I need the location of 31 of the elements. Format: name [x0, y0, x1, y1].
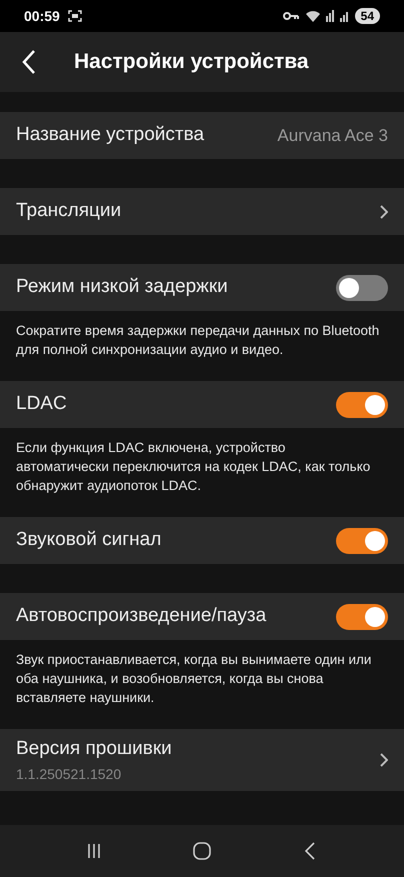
status-time: 00:59: [24, 6, 60, 26]
row-label: Звуковой сигнал: [16, 528, 162, 552]
toggle-switch[interactable]: [336, 528, 388, 554]
row-label: Трансляции: [16, 199, 122, 224]
settings-row[interactable]: Название устройства Aurvana Ace 3: [0, 112, 404, 159]
toggle-switch[interactable]: [336, 604, 388, 630]
settings-row[interactable]: Версия прошивки 1.1.250521.1520: [0, 729, 404, 791]
row-value: Aurvana Ace 3: [277, 124, 388, 147]
chevron-icon: [380, 204, 388, 218]
row-label: Название устройства: [16, 123, 206, 148]
settings-row[interactable]: Автовоспроизведение/пауза: [0, 593, 404, 640]
settings-row[interactable]: Трансляции: [0, 188, 404, 235]
row-label: LDAC: [16, 392, 68, 416]
row-subtitle: 1.1.250521.1520: [16, 764, 122, 784]
page-title: Настройки устройства: [74, 49, 309, 76]
key-icon: [282, 11, 299, 21]
settings-row[interactable]: LDAC: [0, 381, 404, 428]
screenshot-icon: [68, 10, 82, 22]
row-label: Режим низкой задержки: [16, 275, 229, 300]
toggle-switch[interactable]: [336, 274, 388, 300]
wifi-icon: [304, 10, 321, 22]
toggle-switch[interactable]: [336, 392, 388, 418]
settings-row[interactable]: Звуковой сигнал: [0, 517, 404, 564]
battery-level: 54: [354, 8, 380, 24]
home-icon: [193, 842, 211, 860]
row-label: Версия прошивки: [16, 737, 173, 762]
signal-icon: [324, 10, 351, 22]
settings-row[interactable]: Режим низкой задержки: [0, 264, 404, 311]
row-label: Автовоспроизведение/пауза: [16, 604, 268, 628]
chevron-icon: [380, 753, 388, 767]
menu-lines-icon: [86, 843, 102, 859]
